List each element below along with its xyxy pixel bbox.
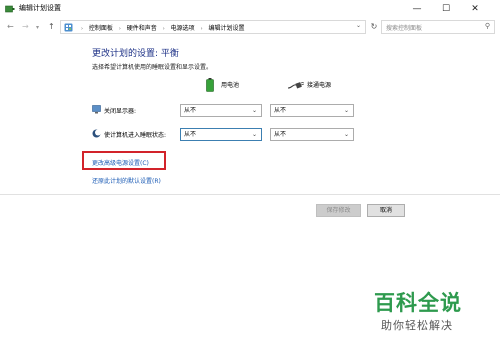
select-value: 从不 [184,107,197,114]
chevron-down-icon[interactable]: ⌄ [356,22,361,29]
watermark-subtitle: 助你轻松解决 [381,319,453,332]
refresh-icon[interactable]: ↻ [368,20,380,34]
advanced-power-settings-link[interactable]: 更改高级电源设置(C) [92,158,149,167]
up-arrow-icon[interactable]: ↑ [48,22,55,32]
chevron-down-icon: ⌄ [251,107,257,114]
turn-off-display-label: 关闭显示器: [104,108,137,115]
chevron-down-icon: ⌄ [343,131,349,138]
plugged-in-column-header: 接通电源 [307,82,332,89]
back-arrow-icon[interactable]: ← [7,22,14,32]
minimize-button[interactable]: — [404,0,430,18]
select-value: 从不 [184,131,197,138]
battery-column-header: 用电池 [221,82,240,89]
close-button[interactable]: ✕ [462,0,488,18]
breadcrumb-edit-plan[interactable]: 编辑计划设置 [209,25,245,32]
forward-arrow-icon[interactable]: → [22,22,29,32]
breadcrumb-control-panel[interactable]: 控制面板 [89,25,113,32]
breadcrumb-power-options[interactable]: 电源选项 [171,25,195,32]
battery-icon [206,78,214,92]
chevron-down-icon: ⌄ [251,131,257,138]
recent-locations-chevron-icon[interactable]: ▾ [36,23,39,33]
plug-icon [288,82,304,89]
chevron-down-icon: ⌄ [343,107,349,114]
sleep-moon-icon [92,129,101,138]
power-options-icon [5,5,15,13]
divider [0,194,500,195]
chevron-right-icon: › [81,26,83,32]
sleep-label: 使计算机进入睡眠状态: [104,132,167,139]
breadcrumb-hardware-sound[interactable]: 硬件和声音 [127,25,157,32]
chevron-right-icon[interactable]: › [201,26,203,32]
watermark-title: 百科全说 [374,291,462,315]
window-title: 编辑计划设置 [19,4,61,12]
chevron-right-icon[interactable]: › [119,26,121,32]
page-subtitle: 选择希望计算机使用的睡眠设置和显示设置。 [92,64,213,71]
control-panel-icon [64,23,73,32]
address-bar[interactable]: › 控制面板 › 硬件和声音 › 电源选项 › 编辑计划设置 ⌄ [60,20,366,34]
display-off-battery-select[interactable]: 从不 ⌄ [180,104,262,117]
search-placeholder: 搜索控制面板 [386,25,423,32]
monitor-icon [92,105,101,114]
search-icon: ⚲ [484,22,490,30]
sleep-battery-select[interactable]: 从不 ⌄ [180,128,262,141]
title-bar: 编辑计划设置 — ☐ ✕ [0,0,500,18]
select-value: 从不 [274,107,287,114]
cancel-button[interactable]: 取消 [367,204,405,217]
restore-defaults-link[interactable]: 还原此计划的默认设置(R) [92,176,161,185]
sleep-plugged-select[interactable]: 从不 ⌄ [270,128,354,141]
display-off-plugged-select[interactable]: 从不 ⌄ [270,104,354,117]
page-title: 更改计划的设置: 平衡 [92,49,179,59]
save-changes-button[interactable]: 保存修改 [316,204,361,217]
breadcrumb: › 控制面板 › 硬件和声音 › 电源选项 › 编辑计划设置 [77,23,245,32]
chevron-right-icon[interactable]: › [163,26,165,32]
select-value: 从不 [274,131,287,138]
search-input[interactable]: 搜索控制面板 ⚲ [381,20,495,34]
maximize-button[interactable]: ☐ [433,0,459,18]
address-row: ← → ▾ ↑ › 控制面板 › 硬件和声音 › 电源选项 › 编辑计划设置 ⌄… [0,18,500,36]
